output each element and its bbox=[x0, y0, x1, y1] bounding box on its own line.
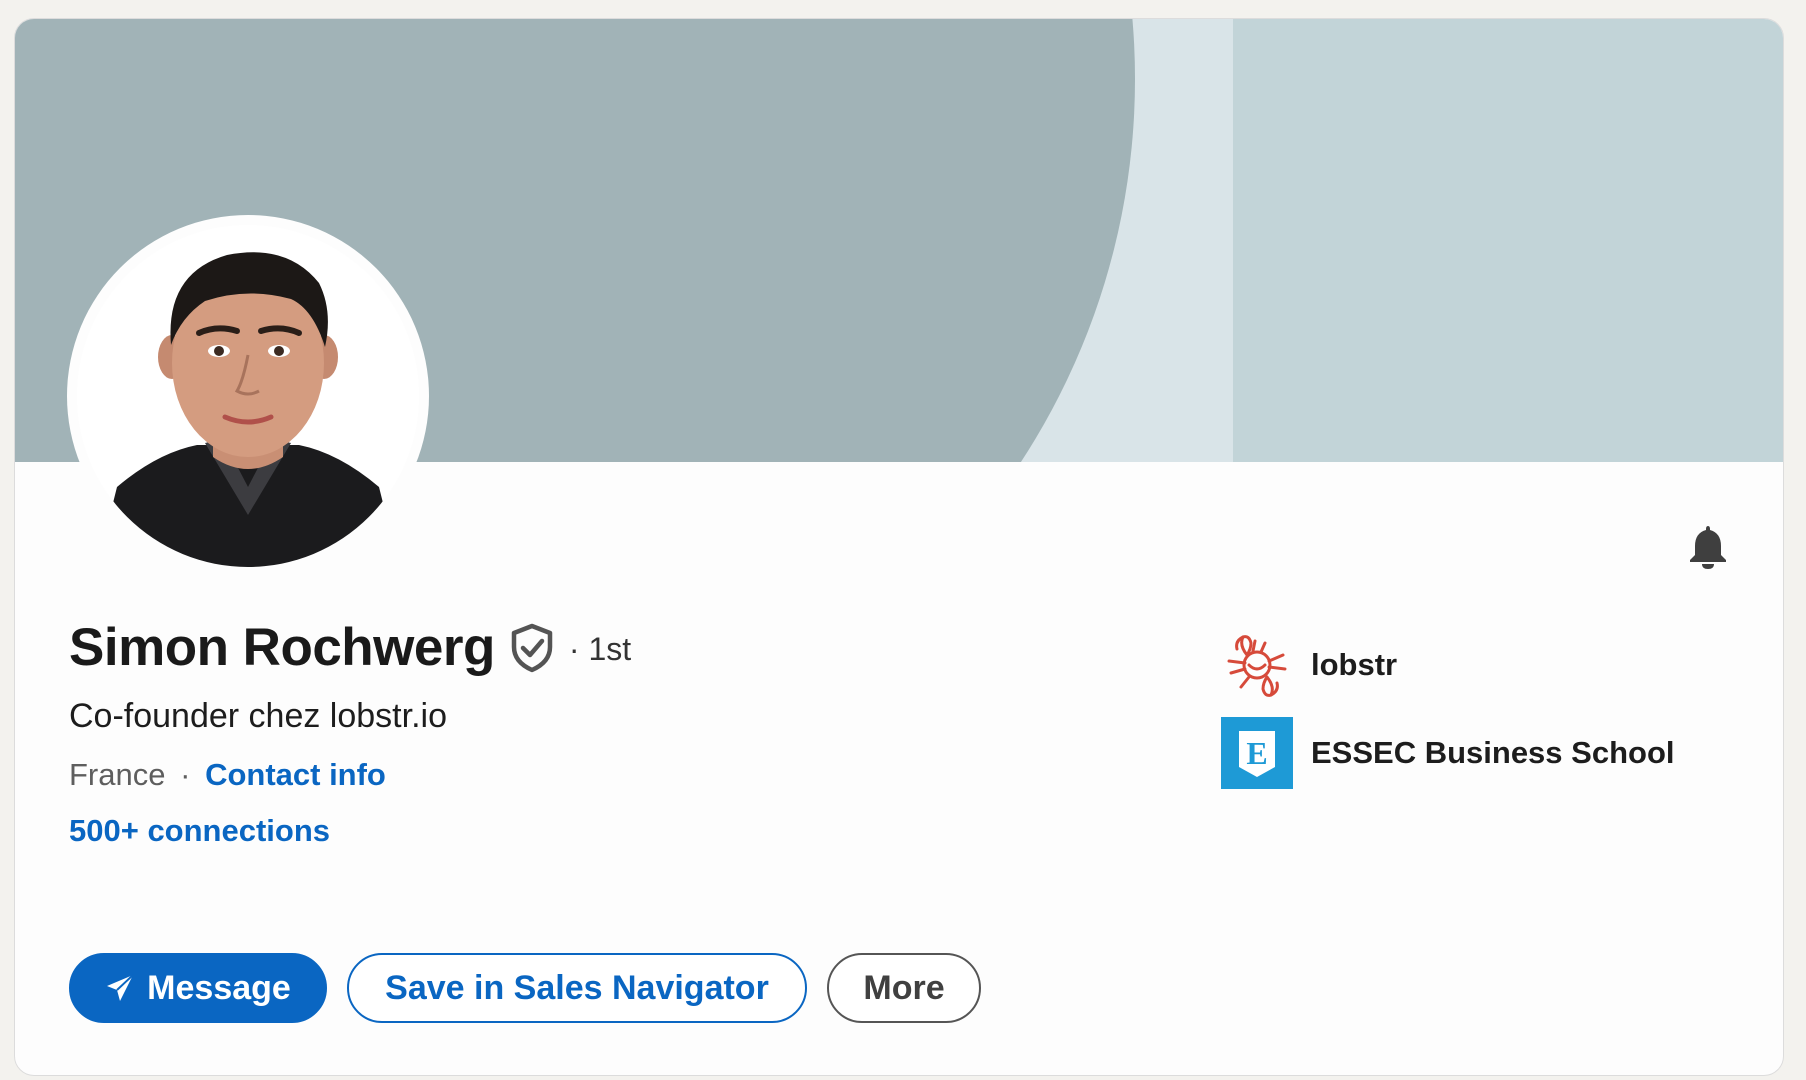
profile-photo bbox=[77, 225, 419, 567]
profile-actions: Message Save in Sales Navigator More bbox=[69, 953, 981, 1023]
profile-headline: Co-founder chez lobstr.io bbox=[69, 697, 447, 735]
affiliation-lobstr[interactable]: lobstr bbox=[1221, 629, 1397, 701]
lobster-logo-icon bbox=[1221, 629, 1293, 701]
affiliation-essec[interactable]: E ESSEC Business School bbox=[1221, 717, 1675, 789]
message-button[interactable]: Message bbox=[69, 953, 327, 1023]
connections-row: 500+ connections bbox=[69, 813, 330, 849]
essec-logo-letter: E bbox=[1246, 735, 1267, 771]
avatar[interactable] bbox=[67, 215, 429, 577]
profile-card: Simon Rochwerg · 1st Co-founder chez lob… bbox=[14, 18, 1784, 1076]
location-row: France · Contact info bbox=[69, 757, 386, 793]
more-button[interactable]: More bbox=[827, 953, 981, 1023]
notification-bell-icon[interactable] bbox=[1679, 518, 1737, 576]
send-icon bbox=[105, 973, 135, 1003]
name-row: Simon Rochwerg · 1st bbox=[69, 617, 631, 678]
save-sales-navigator-button[interactable]: Save in Sales Navigator bbox=[347, 953, 807, 1023]
affiliation-name: ESSEC Business School bbox=[1311, 735, 1675, 770]
connections-link[interactable]: 500+ connections bbox=[69, 813, 330, 848]
affiliation-name: lobstr bbox=[1311, 647, 1398, 682]
essec-logo-icon: E bbox=[1221, 717, 1293, 789]
profile-name: Simon Rochwerg bbox=[69, 618, 495, 677]
profile-location: France bbox=[69, 757, 166, 792]
contact-info-link[interactable]: Contact info bbox=[205, 757, 386, 792]
connection-degree: · 1st bbox=[568, 631, 632, 667]
message-label: Message bbox=[147, 968, 291, 1007]
verified-shield-icon[interactable] bbox=[509, 623, 555, 673]
separator: · bbox=[180, 757, 191, 792]
